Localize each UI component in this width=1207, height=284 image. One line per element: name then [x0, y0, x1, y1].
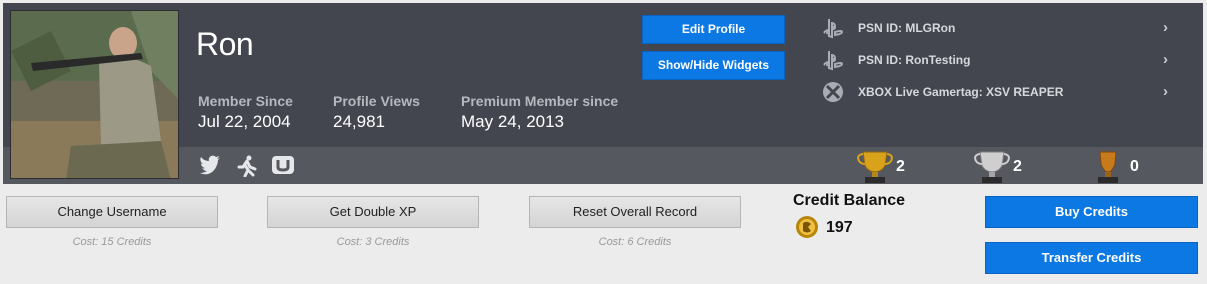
change-username-button[interactable]: Change Username — [6, 196, 218, 228]
third-place-count: 0 — [1130, 158, 1139, 175]
third-place-trophy-icon — [1088, 150, 1128, 184]
linked-account-psn-mlgron[interactable]: PSN ID: MLGRon › — [820, 15, 1180, 41]
reset-overall-record-cost: Cost: 6 Credits — [598, 236, 672, 248]
stat-value: May 24, 2013 — [461, 112, 565, 131]
avatar — [10, 10, 179, 179]
credit-balance-value: 197 — [826, 219, 853, 236]
edit-profile-button[interactable]: Edit Profile — [642, 15, 785, 44]
xbox-icon — [820, 79, 846, 105]
stat-label: Member Since — [198, 93, 293, 109]
stat-profile-views: Profile Views 24,981 — [333, 93, 420, 132]
playstation-icon — [820, 15, 846, 41]
first-place-count: 2 — [896, 158, 905, 175]
linked-account-label: XBOX Live Gamertag: XSV REAPER — [858, 85, 1064, 99]
stat-member-since: Member Since Jul 22, 2004 — [198, 93, 293, 132]
show-hide-widgets-button[interactable]: Show/Hide Widgets — [642, 51, 785, 80]
credit-coin-icon — [795, 215, 819, 239]
stat-value: 24,981 — [333, 112, 385, 131]
second-place-trophy-icon — [972, 150, 1012, 184]
change-username-cost: Cost: 15 Credits — [72, 236, 152, 248]
get-double-xp-button[interactable]: Get Double XP — [267, 196, 479, 228]
profile-header-footer — [3, 147, 1203, 184]
linked-account-psn-rontesting[interactable]: PSN ID: RonTesting › — [820, 47, 1180, 73]
chevron-right-icon: › — [1163, 83, 1168, 100]
stat-premium-since: Premium Member since May 24, 2013 — [461, 93, 618, 132]
username: Ron — [196, 26, 254, 62]
second-place-count: 2 — [1013, 158, 1022, 175]
linked-account-label: PSN ID: MLGRon — [858, 21, 956, 35]
runner-icon[interactable] — [236, 155, 258, 182]
buy-credits-button[interactable]: Buy Credits — [985, 196, 1198, 228]
chevron-right-icon: › — [1163, 19, 1168, 36]
first-place-trophy-icon — [855, 150, 895, 184]
stat-value: Jul 22, 2004 — [198, 112, 291, 131]
get-double-xp-cost: Cost: 3 Credits — [336, 236, 410, 248]
reset-overall-record-button[interactable]: Reset Overall Record — [529, 196, 741, 228]
twitter-icon[interactable] — [199, 155, 221, 180]
transfer-credits-button[interactable]: Transfer Credits — [985, 242, 1198, 274]
linked-account-xbox[interactable]: XBOX Live Gamertag: XSV REAPER › — [820, 79, 1180, 105]
stat-label: Profile Views — [333, 93, 420, 109]
credit-balance-title: Credit Balance — [793, 192, 906, 209]
chevron-right-icon: › — [1163, 51, 1168, 68]
linked-account-label: PSN ID: RonTesting — [858, 53, 971, 67]
playstation-icon — [820, 47, 846, 73]
stat-label: Premium Member since — [461, 93, 619, 109]
wii-u-icon[interactable] — [271, 155, 295, 180]
